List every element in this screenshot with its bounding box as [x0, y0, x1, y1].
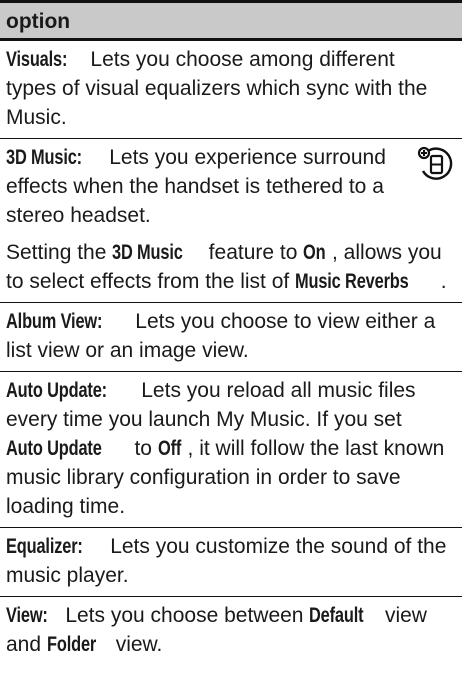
header-title: option [6, 10, 71, 33]
row-3d-music: 3D Music: Lets you experience surround e… [0, 139, 462, 230]
row-equalizer: Equalizer: Lets you customize the sound … [0, 528, 462, 597]
term-view: View: [6, 604, 48, 627]
desc-view-a: Lets you choose between [59, 604, 310, 627]
desc-visuals: Lets you choose among different types of… [6, 48, 428, 129]
options-table: option Visuals: Lets you choose among di… [0, 0, 462, 665]
inline-term-default: Default [309, 604, 364, 627]
note-d: . [440, 270, 447, 293]
desc-auto-update-b: to [128, 437, 158, 460]
row-visuals: Visuals: Lets you choose among different… [0, 41, 462, 139]
row-auto-update: Auto Update: Lets you reload all music f… [0, 372, 462, 528]
note-term-3d-music: 3D Music [112, 241, 183, 264]
note-term-music-reverbs: Music Reverbs [295, 270, 409, 293]
row-album-view: Album View: Lets you choose to view eith… [0, 303, 462, 372]
row-3d-music-note: Setting the 3D Music feature to On, allo… [0, 230, 462, 303]
network-feature-icon [414, 143, 456, 185]
inline-term-folder: Folder [46, 633, 97, 656]
row-view: View: Lets you choose between Default vi… [0, 597, 462, 665]
term-equalizer: Equalizer: [6, 535, 83, 558]
inline-term-auto-update: Auto Update [6, 437, 102, 460]
inline-term-off: Off [157, 437, 182, 460]
term-3d-music: 3D Music: [6, 146, 82, 169]
note-term-on: On [303, 241, 326, 264]
note-a: Setting the [6, 241, 113, 264]
note-b: feature to [202, 241, 304, 264]
desc-view-c: view. [109, 633, 163, 656]
term-album-view: Album View: [6, 310, 103, 333]
term-auto-update: Auto Update: [6, 379, 107, 402]
table-header: option [0, 0, 462, 41]
term-visuals: Visuals: [6, 48, 68, 71]
